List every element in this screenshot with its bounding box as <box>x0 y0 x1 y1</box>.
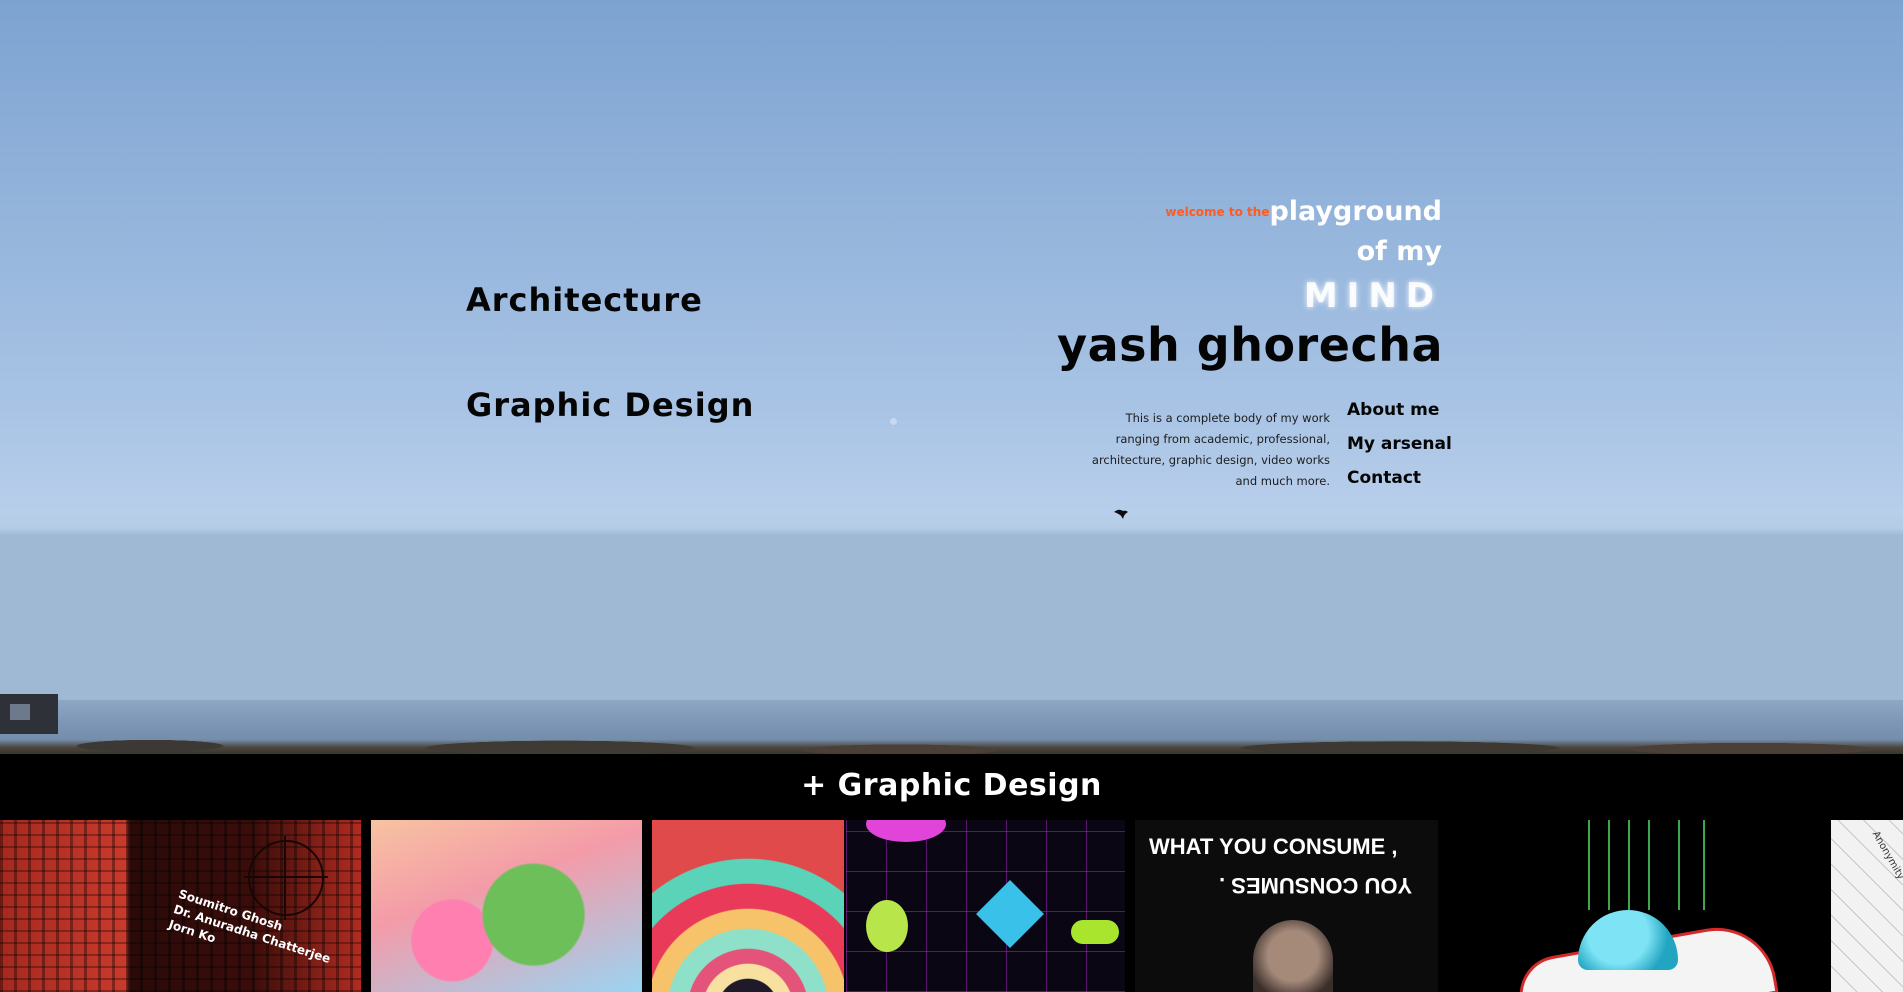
wire <box>1628 820 1630 910</box>
consume-mirrored-text: YOU CONSUMES . <box>1219 873 1413 898</box>
thumb-vinyl-monkey[interactable] <box>652 820 844 992</box>
bird-icon <box>1114 509 1128 519</box>
helmet-graphic <box>1578 910 1678 970</box>
pier-structure <box>0 694 58 734</box>
page: Architecture Graphic Design welcome to t… <box>0 0 1903 992</box>
shoreline-rocks <box>0 722 1903 754</box>
thumb-lecture-poster[interactable]: Soumitro Ghosh Dr. Anuradha Chatterjee J… <box>0 820 361 992</box>
thumb-what-you-consume[interactable]: WHAT YOU CONSUME , YOU CONSUMES . <box>1135 820 1438 992</box>
welcome-playground-text: playground <box>1269 196 1442 227</box>
menu-contact[interactable]: Contact <box>1347 461 1452 495</box>
wire <box>1678 820 1680 910</box>
diamond-graphic <box>976 880 1044 948</box>
wire <box>1588 820 1590 910</box>
thumb-isometric-island[interactable] <box>371 820 642 992</box>
hero-section: Architecture Graphic Design welcome to t… <box>0 0 1903 754</box>
graphic-design-gallery: + Graphic Design Soumitro Ghosh Dr. Anur… <box>0 754 1903 992</box>
ufo-graphic <box>866 820 946 842</box>
crosshair-target-graphic <box>244 836 328 920</box>
slime-graphic <box>1071 920 1119 944</box>
tagline-of-my: of my <box>1356 236 1442 267</box>
category-graphic-design-link[interactable]: Graphic Design <box>466 386 754 424</box>
welcome-small-text: welcome to the <box>1165 205 1270 219</box>
face-photo <box>1253 920 1333 992</box>
gallery-title[interactable]: + Graphic Design <box>0 768 1903 803</box>
main-menu: About me My arsenal Contact <box>1347 393 1452 495</box>
intro-description: This is a complete body of my work rangi… <box>1091 410 1330 488</box>
thumb-robot-helmet[interactable] <box>1448 820 1818 992</box>
wire <box>1703 820 1705 910</box>
moon-dot <box>890 418 897 425</box>
site-owner-name: yash ghorecha <box>1057 318 1443 372</box>
welcome-tagline: welcome to theplayground <box>1165 196 1442 227</box>
tagline-mind: MIND <box>1303 276 1443 316</box>
wire <box>1608 820 1610 910</box>
thumb-city-map[interactable]: Anonymity <box>1831 820 1903 992</box>
category-architecture-link[interactable]: Architecture <box>466 281 703 319</box>
thumb-cosmic-pattern[interactable] <box>846 820 1125 992</box>
wire <box>1648 820 1650 910</box>
menu-about-me[interactable]: About me <box>1347 393 1452 427</box>
alien-head-graphic <box>866 900 908 952</box>
menu-my-arsenal[interactable]: My arsenal <box>1347 427 1452 461</box>
consume-headline: WHAT YOU CONSUME , <box>1149 834 1398 859</box>
map-label: Anonymity <box>1869 829 1903 882</box>
